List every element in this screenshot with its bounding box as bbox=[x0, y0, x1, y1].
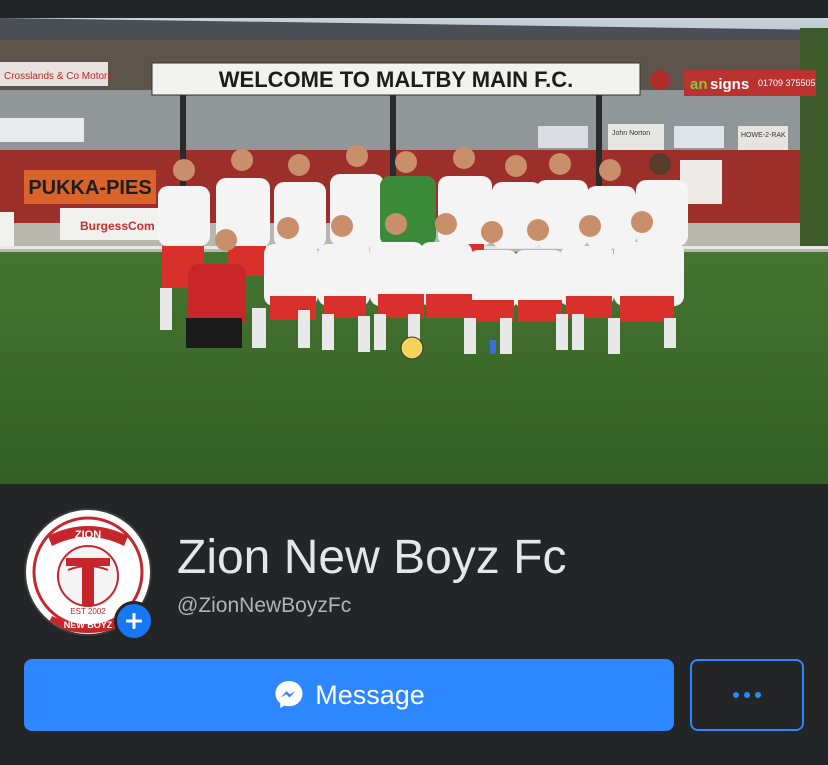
cover-sponsor-burgess: BurgessCom bbox=[80, 219, 155, 233]
cover-sponsor-signs: signs bbox=[710, 76, 749, 93]
cover-board-2: HOWE-2-RAK bbox=[741, 132, 786, 139]
logo-top-text: ZION bbox=[75, 529, 101, 541]
logo-est-text: EST 2002 bbox=[70, 607, 106, 616]
page-title: Zion New Boyz Fc bbox=[177, 531, 567, 584]
plus-icon bbox=[126, 613, 142, 629]
cover-sponsor-pies: PUKKA-PIES bbox=[28, 177, 151, 199]
page-profile-header: ZION EST 2002 NEW BOYZ Zion New Boyz Fc … bbox=[0, 484, 828, 765]
message-button-label: Message bbox=[315, 679, 425, 710]
cover-banner-left: Crosslands & Co Motors bbox=[4, 71, 112, 82]
message-button[interactable]: Message bbox=[24, 659, 674, 731]
add-photo-button[interactable] bbox=[114, 601, 154, 641]
cover-board-1: John Norton bbox=[612, 130, 650, 137]
messenger-icon bbox=[275, 681, 303, 708]
cover-sponsor-phone: 01709 375505 bbox=[758, 78, 816, 88]
cover-banner-main: WELCOME TO MALTBY MAIN F.C. bbox=[219, 67, 573, 92]
cover-photo-image: WELCOME TO MALTBY MAIN F.C. Crosslands &… bbox=[0, 18, 828, 484]
cover-photo[interactable]: WELCOME TO MALTBY MAIN F.C. Crosslands &… bbox=[0, 18, 828, 484]
more-options-button[interactable] bbox=[690, 659, 804, 731]
ellipsis-icon bbox=[733, 692, 761, 698]
cover-sponsor-prefix: an bbox=[690, 76, 708, 93]
logo-bottom-text: NEW BOYZ bbox=[64, 620, 113, 630]
top-bar bbox=[0, 0, 828, 18]
page-username: @ZionNewBoyzFc bbox=[177, 594, 352, 617]
